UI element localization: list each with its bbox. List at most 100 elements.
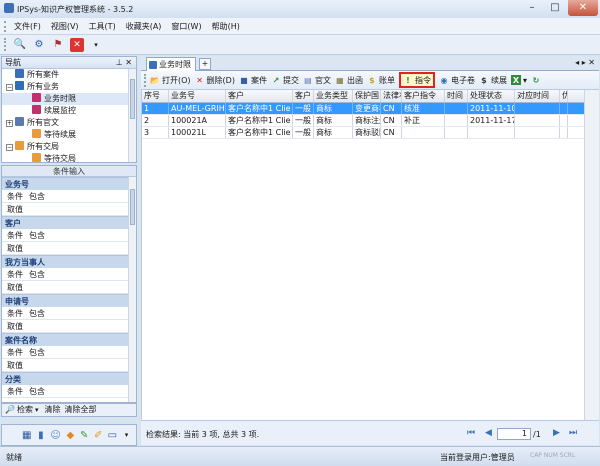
table-cell: 核准 bbox=[402, 103, 445, 114]
condition-operator-value[interactable]: 包含 bbox=[29, 385, 45, 397]
condition-value-row[interactable]: 取值 bbox=[2, 242, 136, 255]
tree-item-awaiting-submission[interactable]: 等待交局 bbox=[2, 153, 136, 162]
calendar-icon[interactable]: ▦ bbox=[22, 428, 31, 442]
column-header[interactable]: 法律状 bbox=[381, 90, 402, 102]
toolbar-button-bill[interactable]: $ 账单 bbox=[367, 72, 395, 88]
column-header[interactable]: 对应时间 bbox=[515, 90, 560, 102]
previous-page-icon[interactable]: ◀ bbox=[485, 428, 492, 438]
tree-item-awaiting-renewal[interactable]: 等待续展 bbox=[2, 129, 136, 141]
condition-operator-value[interactable]: 包含 bbox=[29, 268, 45, 280]
collapse-icon[interactable]: − bbox=[6, 84, 13, 91]
minimize-button[interactable]: – bbox=[521, 0, 543, 16]
more-icon[interactable]: ▾ bbox=[122, 428, 131, 442]
column-header[interactable]: 客户 bbox=[293, 90, 314, 102]
condition-value-row[interactable]: 取值 bbox=[2, 203, 136, 216]
next-page-icon[interactable]: ▶ bbox=[553, 428, 560, 438]
condition-value-row[interactable]: 取值 bbox=[2, 359, 136, 372]
tree-item-all-cases[interactable]: 所有案件 bbox=[2, 69, 136, 81]
search-button[interactable]: 检索 bbox=[17, 404, 33, 416]
condition-scrollbar[interactable] bbox=[128, 177, 136, 402]
condition-operator-value[interactable]: 包含 bbox=[29, 307, 45, 319]
toolbar-button-delete[interactable]: ✕ 删除(D) bbox=[195, 72, 235, 88]
toolbar-button-label: 指令 bbox=[414, 75, 431, 85]
condition-operator-row[interactable]: 条件 包含 bbox=[2, 268, 136, 281]
condition-value-row[interactable]: 取值 bbox=[2, 320, 136, 333]
collapse-icon[interactable]: − bbox=[6, 144, 13, 151]
tab-business-deadline[interactable]: 业务时限 bbox=[146, 57, 196, 71]
toolbar-button-ecase[interactable]: ◉ 电子卷 bbox=[439, 72, 475, 88]
table-row[interactable]: 2100021A客户名称中1 Clie一般商标商标注册CN补正 2011-11-1… bbox=[142, 115, 584, 127]
toolbar-button-open[interactable]: 📂 打开(O) bbox=[150, 72, 191, 88]
note-icon[interactable]: ✎ bbox=[80, 428, 89, 442]
condition-value-row[interactable]: 取值 bbox=[2, 281, 136, 294]
expand-icon[interactable]: + bbox=[6, 120, 13, 127]
scrollbar-thumb[interactable] bbox=[130, 189, 135, 225]
column-header[interactable]: 客户 bbox=[226, 90, 293, 102]
condition-operator-row[interactable]: 条件 包含 bbox=[2, 229, 136, 242]
toolbar-button-letter[interactable]: ▦ 出函 bbox=[335, 72, 363, 88]
tree-item-renewal-monitor[interactable]: 续展监控 bbox=[2, 105, 136, 117]
condition-operator-row[interactable]: 条件 包含 bbox=[2, 346, 136, 359]
toolbar-button-renew[interactable]: $ 续展 bbox=[479, 72, 507, 88]
excel-icon[interactable]: X ▾ bbox=[510, 72, 527, 88]
page-input[interactable]: 1 bbox=[497, 428, 531, 440]
chat-icon[interactable]: ▭ bbox=[108, 428, 117, 442]
close-button[interactable]: ✕ bbox=[568, 0, 598, 16]
grid-vertical-scrollbar[interactable] bbox=[584, 90, 599, 420]
clear-button[interactable]: 清除 bbox=[44, 404, 60, 416]
tree-item-all-documents[interactable]: + 所有官文 bbox=[2, 117, 136, 129]
condition-operator-value[interactable]: 包含 bbox=[29, 190, 45, 202]
tree-item-all-business[interactable]: − 所有业务 bbox=[2, 81, 136, 93]
refresh-icon[interactable]: ↻ bbox=[531, 72, 543, 88]
toolbar-button-submit[interactable]: ↗ 提交 bbox=[271, 72, 299, 88]
table-row[interactable]: 1AU-MEL-GRIH客户名称中1 Clie一般商标变更商标CN核准 2011-… bbox=[142, 103, 584, 115]
pencil-icon[interactable]: ✐ bbox=[94, 428, 103, 442]
exit-icon[interactable]: ✕ bbox=[70, 37, 84, 52]
column-header[interactable]: 序号 bbox=[142, 90, 169, 102]
toolbar-button-document[interactable]: ▤ 官文 bbox=[303, 72, 331, 88]
tag-icon[interactable]: ◆ bbox=[66, 428, 75, 442]
tree-item-all-submissions[interactable]: − 所有交局 bbox=[2, 141, 136, 153]
menu-window[interactable]: 窗口(W) bbox=[171, 21, 201, 32]
column-header[interactable]: 业务类型 bbox=[314, 90, 353, 102]
tab-nav-icons[interactable]: ◂ ▸ ✕ bbox=[575, 58, 595, 67]
condition-operator-value[interactable]: 包含 bbox=[29, 346, 45, 358]
search-icon[interactable]: 🔍 bbox=[13, 38, 27, 52]
first-page-icon[interactable]: ⏮ bbox=[467, 428, 475, 438]
condition-operator-row[interactable]: 条件 包含 bbox=[2, 190, 136, 203]
tree-item-business-deadline[interactable]: 业务时限 bbox=[2, 93, 136, 105]
scrollbar-thumb[interactable] bbox=[130, 79, 135, 119]
last-page-icon[interactable]: ⏭ bbox=[569, 428, 577, 438]
toolbar-overflow-icon[interactable]: ▾ bbox=[89, 38, 103, 52]
table-cell: CN bbox=[381, 103, 402, 114]
clear-all-button[interactable]: 清除全部 bbox=[64, 404, 96, 416]
column-header[interactable]: 保护国 bbox=[353, 90, 381, 102]
users-icon[interactable]: ⚑ bbox=[51, 38, 65, 52]
condition-operator-value[interactable]: 包含 bbox=[29, 229, 45, 241]
maximize-button[interactable]: □ bbox=[544, 0, 566, 16]
menu-file[interactable]: 文件(F) bbox=[14, 21, 41, 32]
toolbar-button-case[interactable]: ■ 案件 bbox=[239, 72, 267, 88]
toolbar-button-instruction[interactable]: ! 指令 bbox=[398, 72, 435, 88]
tree-scrollbar[interactable] bbox=[128, 69, 136, 162]
menu-tools[interactable]: 工具(T) bbox=[89, 21, 116, 32]
menu-favorites[interactable]: 收藏夹(A) bbox=[126, 21, 162, 32]
condition-operator-row[interactable]: 条件 包含 bbox=[2, 307, 136, 320]
column-header[interactable]: 优 bbox=[560, 90, 568, 102]
condition-operator-row[interactable]: 条件 包含 bbox=[2, 385, 136, 398]
tools-icon[interactable]: ⚙ bbox=[32, 38, 46, 52]
new-tab-button[interactable]: + bbox=[199, 58, 211, 70]
column-header[interactable]: 处理状态 bbox=[468, 90, 515, 102]
column-header[interactable]: 客户指令 bbox=[402, 90, 445, 102]
book-icon[interactable]: ▮ bbox=[36, 428, 45, 442]
condition-value-row[interactable] bbox=[2, 398, 136, 402]
menu-help[interactable]: 帮助(H) bbox=[212, 21, 240, 32]
people-icon[interactable]: ☺ bbox=[50, 428, 60, 442]
search-dropdown-icon[interactable]: ▾ bbox=[35, 404, 39, 416]
panel-pin-close-icons[interactable]: ⊥ ✕ bbox=[116, 57, 132, 69]
menu-view[interactable]: 视图(V) bbox=[51, 21, 79, 32]
table-row[interactable]: 3100021L客户名称中1 Clie一般商标商标驳回CN bbox=[142, 127, 584, 139]
column-header[interactable]: 业务号 bbox=[169, 90, 226, 102]
result-count: 检索结果: 当前 3 项, 总共 3 项. bbox=[146, 430, 260, 439]
column-header[interactable]: 时间 bbox=[445, 90, 468, 102]
